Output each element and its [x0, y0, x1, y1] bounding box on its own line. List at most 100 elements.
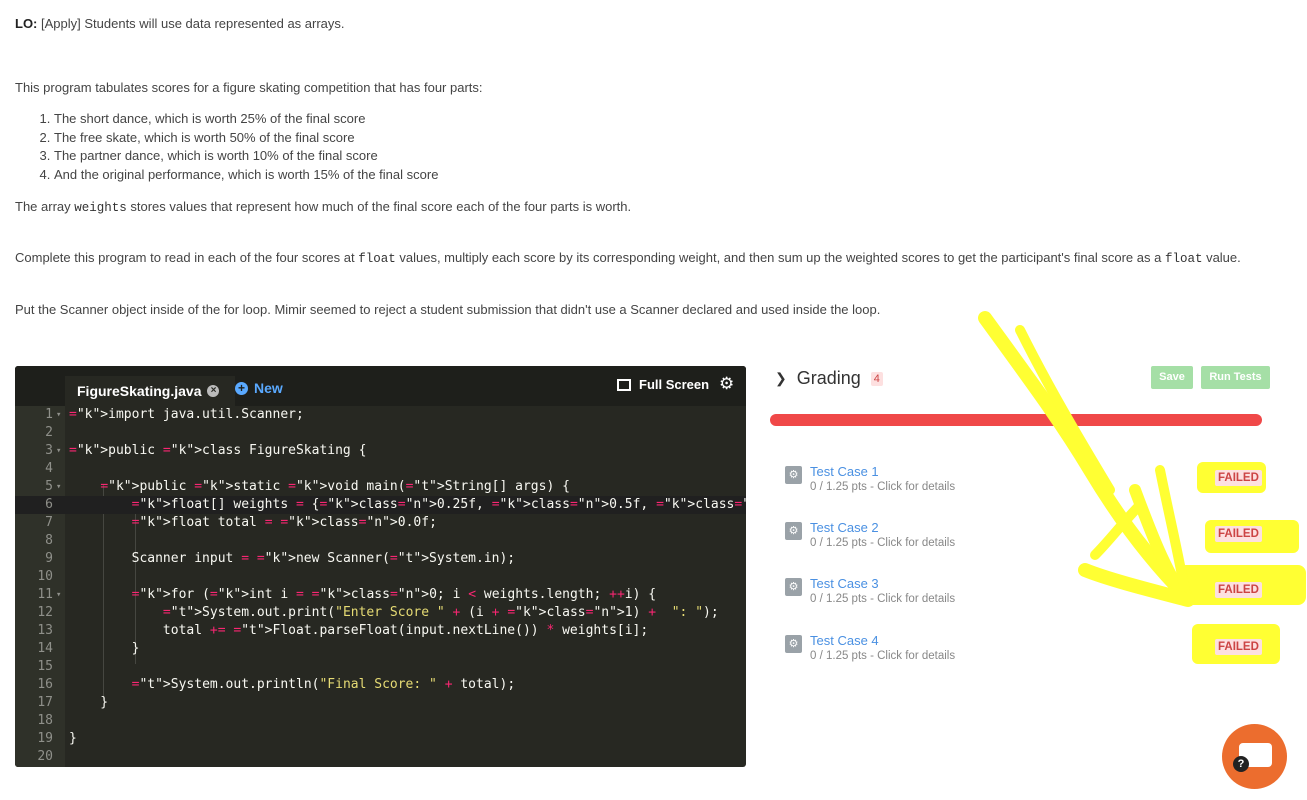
- complete-note-post: value.: [1202, 250, 1241, 265]
- weights-note-post: stores values that represent how much of…: [126, 199, 632, 214]
- chevron-down-icon[interactable]: ❯: [775, 370, 787, 387]
- lo-label: LO:: [15, 16, 38, 31]
- code-text: Scanner input = ="k">new Scanner(="t">Sy…: [69, 551, 516, 566]
- new-file-label: New: [254, 380, 283, 396]
- code-line[interactable]: 16 ="t">System.out.println("Final Score:…: [15, 676, 746, 694]
- line-number: 4: [45, 461, 53, 476]
- line-number: 6: [45, 497, 53, 512]
- code-text: }: [69, 731, 77, 746]
- code-line[interactable]: 10: [15, 568, 746, 586]
- editor-header: FigureSkating.java × + New Full Screen ⚙: [15, 366, 746, 406]
- code-editor[interactable]: FigureSkating.java × + New Full Screen ⚙…: [15, 366, 746, 767]
- code-line[interactable]: 2: [15, 424, 746, 442]
- code-line[interactable]: 3 ▾ ="k">public ="k">class FigureSkating {: [15, 442, 746, 460]
- plus-icon: +: [235, 381, 248, 395]
- test-case-name[interactable]: Test Case 4: [810, 633, 879, 648]
- fullscreen-icon: [617, 378, 631, 391]
- save-button[interactable]: Save: [1151, 366, 1193, 389]
- code-line[interactable]: 8: [15, 532, 746, 550]
- code-text: ="k">import java.util.Scanner;: [69, 407, 304, 422]
- grading-count-badge: 4: [870, 371, 883, 386]
- line-number: 10: [37, 569, 53, 584]
- code-text: }: [69, 641, 140, 656]
- run-tests-button[interactable]: Run Tests: [1201, 366, 1270, 389]
- test-case-points: 0 / 1.25 pts - Click for details: [810, 650, 956, 662]
- complete-note-mid: values, multiply each score by its corre…: [395, 250, 1165, 265]
- line-number: 2: [45, 425, 53, 440]
- code-line[interactable]: 4: [15, 460, 746, 478]
- test-case-points: 0 / 1.25 pts - Click for details: [810, 537, 956, 549]
- status-badge: FAILED: [1215, 526, 1262, 542]
- complete-note-pre: Complete this program to read in each of…: [15, 250, 359, 265]
- code-text: ="k">public ="k">class FigureSkating {: [69, 443, 367, 458]
- help-icon: ?: [1233, 756, 1249, 772]
- fold-icon[interactable]: ▾: [56, 586, 61, 604]
- test-icon: ⚙: [785, 466, 802, 484]
- fullscreen-label: Full Screen: [639, 377, 710, 392]
- test-case-name[interactable]: Test Case 1: [810, 464, 879, 479]
- learning-objective: LO: [Apply] Students will use data repre…: [15, 15, 1275, 33]
- new-file-button[interactable]: + New: [235, 380, 283, 396]
- line-number: 13: [37, 623, 53, 638]
- fold-icon[interactable]: ▾: [56, 478, 61, 496]
- code-line[interactable]: 1 ▾ ="k">import java.util.Scanner;: [15, 406, 746, 424]
- weights-code: weights: [74, 201, 127, 215]
- list-item: The short dance, which is worth 25% of t…: [54, 110, 438, 129]
- line-number: 8: [45, 533, 53, 548]
- code-line[interactable]: 14 }: [15, 640, 746, 658]
- float-code: float: [1164, 252, 1203, 266]
- line-number: 7: [45, 515, 53, 530]
- code-line[interactable]: 9 Scanner input = ="k">new Scanner(="t">…: [15, 550, 746, 568]
- code-line[interactable]: 18: [15, 712, 746, 730]
- status-badge: FAILED: [1215, 470, 1262, 486]
- code-line[interactable]: 13 total += ="t">Float.parseFloat(input.…: [15, 622, 746, 640]
- code-text: ="k">public ="k">static ="k">void main(=…: [100, 479, 570, 494]
- code-line[interactable]: 6 ="k">float[] weights = {="k">class="n"…: [15, 496, 746, 514]
- parts-list: The short dance, which is worth 25% of t…: [36, 110, 438, 184]
- code-line[interactable]: 12 ="t">System.out.print("Enter Score " …: [15, 604, 746, 622]
- line-number: 1: [45, 407, 53, 422]
- chat-widget-button[interactable]: ?: [1222, 724, 1287, 789]
- fullscreen-button[interactable]: Full Screen: [617, 377, 709, 392]
- grading-header[interactable]: ❯ Grading 4: [775, 368, 883, 389]
- list-item: The free skate, which is worth 50% of th…: [54, 129, 438, 148]
- weights-note: The array weights stores values that rep…: [15, 198, 1275, 217]
- list-item: And the original performance, which is w…: [54, 166, 438, 185]
- line-number: 19: [37, 731, 53, 746]
- line-number: 11: [37, 587, 53, 602]
- complete-note: Complete this program to read in each of…: [15, 249, 1255, 268]
- code-line[interactable]: 7 ="k">float total = ="k">class="n">0.0f…: [15, 514, 746, 532]
- code-text: ="k">float[] weights = {="k">class="n">0…: [131, 497, 746, 512]
- code-line[interactable]: 17 }: [15, 694, 746, 712]
- line-number: 12: [37, 605, 53, 620]
- code-text: ="t">System.out.print("Enter Score " + (…: [162, 605, 719, 620]
- fold-icon[interactable]: ▾: [56, 406, 61, 424]
- intro-text: This program tabulates scores for a figu…: [15, 80, 483, 95]
- line-number: 5: [45, 479, 53, 494]
- gear-icon[interactable]: ⚙: [719, 374, 734, 394]
- line-number: 16: [37, 677, 53, 692]
- code-line[interactable]: 5 ▾ ="k">public ="k">static ="k">void mai…: [15, 478, 746, 496]
- scanner-note: Put the Scanner object inside of the for…: [15, 302, 881, 317]
- test-case-points: 0 / 1.25 pts - Click for details: [810, 593, 956, 605]
- line-number: 17: [37, 695, 53, 710]
- line-number: 20: [37, 749, 53, 764]
- line-number: 14: [37, 641, 53, 656]
- list-item: The partner dance, which is worth 10% of…: [54, 147, 438, 166]
- code-text: ="k">for (="k">int i = ="k">class="n">0;…: [131, 587, 657, 602]
- code-text: ="t">System.out.println("Final Score: " …: [131, 677, 516, 692]
- code-area[interactable]: 1 ▾ ="k">import java.util.Scanner; 2 3 ▾ ="k">…: [15, 406, 746, 766]
- lo-text: [Apply] Students will use data represent…: [41, 16, 345, 31]
- grading-title: Grading: [796, 368, 861, 388]
- code-line[interactable]: 20: [15, 748, 746, 766]
- fold-icon[interactable]: ▾: [56, 442, 61, 460]
- code-line[interactable]: 11 ▾ ="k">for (="k">int i = ="k">class="n…: [15, 586, 746, 604]
- code-line[interactable]: 15: [15, 658, 746, 676]
- test-icon: ⚙: [785, 522, 802, 540]
- code-line[interactable]: 19}: [15, 730, 746, 748]
- file-tab-label: FigureSkating.java: [77, 383, 202, 399]
- test-case-name[interactable]: Test Case 3: [810, 576, 879, 591]
- test-case-name[interactable]: Test Case 2: [810, 520, 879, 535]
- file-tab[interactable]: FigureSkating.java ×: [65, 376, 236, 406]
- close-icon[interactable]: ×: [207, 385, 220, 397]
